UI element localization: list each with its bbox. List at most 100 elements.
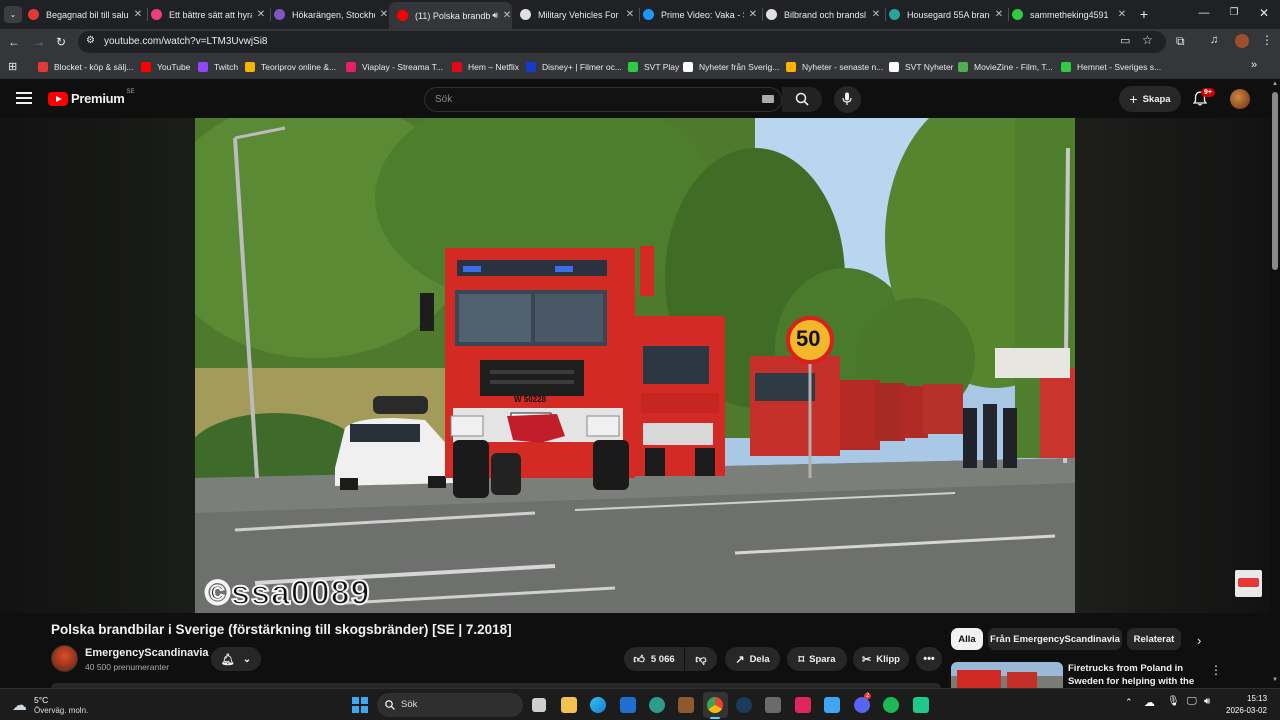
notes-app-icon[interactable] xyxy=(824,697,840,713)
bookmark-item[interactable]: Blocket - köp & sälj... xyxy=(38,60,133,74)
browser-tab[interactable]: Begagnad bil till salu ✕ xyxy=(28,4,143,25)
edge-icon[interactable] xyxy=(590,697,606,713)
clock-date[interactable]: 2026-03-02 xyxy=(1226,706,1267,715)
search-button[interactable] xyxy=(782,87,822,112)
clip-button[interactable]: ✂ Klipp xyxy=(853,647,909,671)
terminal-app-icon[interactable] xyxy=(678,697,694,713)
scrollbar-thumb[interactable] xyxy=(1272,92,1278,270)
tiktok-icon[interactable] xyxy=(795,697,811,713)
onedrive-icon[interactable]: ☁ xyxy=(1144,696,1155,709)
tab-close-icon[interactable]: ✕ xyxy=(994,9,1004,20)
bookmark-item[interactable]: Twitch xyxy=(198,60,238,74)
messages-app-icon[interactable] xyxy=(913,697,929,713)
browser-tab[interactable]: Hökarängen, Stockholm ✕ xyxy=(274,4,389,25)
save-button[interactable]: ⌑ Spara xyxy=(787,647,847,671)
account-avatar[interactable] xyxy=(1230,89,1250,109)
site-info-icon[interactable]: ⚙ xyxy=(86,35,95,46)
browser-tab[interactable]: Bilbrand och brandsl ✕ xyxy=(766,4,881,25)
browser-tab[interactable]: Prime Video: Vaka - S ✕ xyxy=(643,4,758,25)
network-icon[interactable]: 🖵︎ xyxy=(1187,696,1197,707)
kebab-menu-icon[interactable]: ⋮ xyxy=(1261,33,1273,47)
recommendation-thumbnail[interactable] xyxy=(951,662,1063,688)
bookmark-item[interactable]: Nyheter från Sverig... xyxy=(683,60,779,74)
tab-close-icon[interactable]: ✕ xyxy=(379,9,389,20)
file-explorer-icon[interactable] xyxy=(561,697,577,713)
bookmark-item[interactable]: SVT Nyheter xyxy=(889,60,954,74)
scroll-up-arrow-icon[interactable]: ▲ xyxy=(1272,81,1278,87)
bookmark-item[interactable]: SVT Play xyxy=(628,60,679,74)
browser-tab[interactable]: sammetheking4591 ✕ xyxy=(1012,4,1127,25)
tab-search-button[interactable]: ⌄ xyxy=(4,6,22,23)
bookmark-item[interactable]: Hemnet - Sveriges s... xyxy=(1061,60,1161,74)
extensions-icon[interactable]: ⧉ xyxy=(1176,34,1185,49)
chrome-icon[interactable] xyxy=(707,697,723,713)
clock-time[interactable]: 15:13 xyxy=(1247,694,1267,703)
bookmark-item[interactable]: Hem – Netflix xyxy=(452,60,519,74)
close-window-button[interactable]: ✕ xyxy=(1256,3,1272,23)
bookmark-item[interactable]: Nyheter - senaste n... xyxy=(786,60,883,74)
steam-icon[interactable] xyxy=(736,697,752,713)
profile-avatar[interactable] xyxy=(1235,34,1249,48)
tab-close-icon[interactable]: ✕ xyxy=(625,9,635,20)
channel-avatar[interactable] xyxy=(51,645,78,672)
taskbar-search[interactable]: Sök xyxy=(377,693,523,717)
chip-from-channel[interactable]: Från EmergencyScandinavia xyxy=(988,628,1122,650)
chips-next-icon[interactable]: › xyxy=(1197,633,1201,648)
bookmark-item[interactable]: Viaplay - Streama T... xyxy=(346,60,443,74)
restore-button[interactable]: ❐ xyxy=(1226,3,1242,23)
more-bookmarks-icon[interactable]: » xyxy=(1251,59,1257,71)
search-box[interactable]: Sök xyxy=(424,87,782,112)
voice-search-button[interactable] xyxy=(834,86,861,113)
browser-tab[interactable]: Housegard 55A brand ✕ xyxy=(889,4,1004,25)
bookmark-item[interactable]: YouTube xyxy=(141,60,190,74)
audio-playing-icon[interactable]: 🔊︎ xyxy=(492,10,498,21)
search-input[interactable]: Sök xyxy=(435,94,452,105)
mic-tray-icon[interactable]: 🎙︎ xyxy=(1167,696,1180,707)
browser-tab[interactable]: Military Vehicles For ✕ xyxy=(520,4,635,25)
cast-icon[interactable]: ▭ xyxy=(1120,34,1130,47)
dislike-button[interactable]: 👎︎ xyxy=(685,647,717,671)
globe-app-icon[interactable] xyxy=(649,697,665,713)
guide-menu-icon[interactable] xyxy=(16,90,32,104)
tab-close-icon[interactable]: ✕ xyxy=(133,9,143,20)
more-actions-button[interactable]: ••• xyxy=(916,647,942,671)
start-button[interactable] xyxy=(352,697,368,713)
minimize-button[interactable]: — xyxy=(1196,3,1212,23)
weather-widget[interactable]: ☁ 5°C Överväg. moln. xyxy=(10,693,100,717)
new-tab-button[interactable]: + xyxy=(1136,5,1152,23)
keyboard-icon[interactable] xyxy=(762,95,774,103)
back-button[interactable]: ← xyxy=(8,34,22,50)
bookmark-item[interactable]: MovieZine - Film, T... xyxy=(958,60,1053,74)
browser-tab[interactable]: (11) Polska brandb 🔊︎ ✕ xyxy=(389,2,512,29)
spotify-icon[interactable] xyxy=(883,697,899,713)
task-view-icon[interactable] xyxy=(532,698,546,712)
outlook-icon[interactable] xyxy=(620,697,636,713)
browser-tab[interactable]: Ett bättre sätt att hyra ✕ xyxy=(151,4,266,25)
apps-grid-icon[interactable]: ⊞ xyxy=(8,60,17,73)
app-grid-icon[interactable] xyxy=(765,697,781,713)
scroll-down-arrow-icon[interactable]: ▼ xyxy=(1272,677,1278,683)
subscription-bell-button[interactable]: 🔔︎ ⌄ xyxy=(211,647,261,671)
discord-icon[interactable] xyxy=(854,697,870,713)
recommendation-menu-icon[interactable]: ⋮ xyxy=(1210,663,1222,677)
reload-button[interactable]: ↻ xyxy=(56,34,70,50)
youtube-logo[interactable]: Premium SE xyxy=(48,89,135,106)
tray-overflow-icon[interactable]: ⌃ xyxy=(1125,697,1133,708)
bookmark-star-icon[interactable]: ☆ xyxy=(1142,33,1153,47)
bookmark-item[interactable]: Teoriprov online &... xyxy=(245,60,336,74)
video-player[interactable]: W 50228 50 ©ssa0089 xyxy=(0,118,1270,613)
address-bar[interactable]: ⚙ youtube.com/watch?v=LTM3UvwjSi8 ▭ ☆ xyxy=(78,31,1166,53)
notifications-button[interactable]: 9+ xyxy=(1192,88,1215,109)
media-controls-icon[interactable]: ♫ xyxy=(1210,34,1218,46)
channel-watermark-icon[interactable] xyxy=(1235,570,1262,597)
tab-close-icon[interactable]: ✕ xyxy=(1117,9,1127,20)
channel-name[interactable]: EmergencyScandinavia xyxy=(85,647,209,659)
tab-close-icon[interactable]: ✕ xyxy=(871,9,881,20)
chip-all[interactable]: Alla xyxy=(951,628,983,650)
chip-related[interactable]: Relaterat xyxy=(1127,628,1181,650)
share-button[interactable]: ↗ Dela xyxy=(725,647,780,671)
volume-icon[interactable]: 🔊︎ xyxy=(1204,696,1210,707)
tab-close-icon[interactable]: ✕ xyxy=(748,9,758,20)
forward-button[interactable]: → xyxy=(33,34,47,50)
video-frame[interactable]: W 50228 50 ©ssa0089 xyxy=(195,118,1075,613)
